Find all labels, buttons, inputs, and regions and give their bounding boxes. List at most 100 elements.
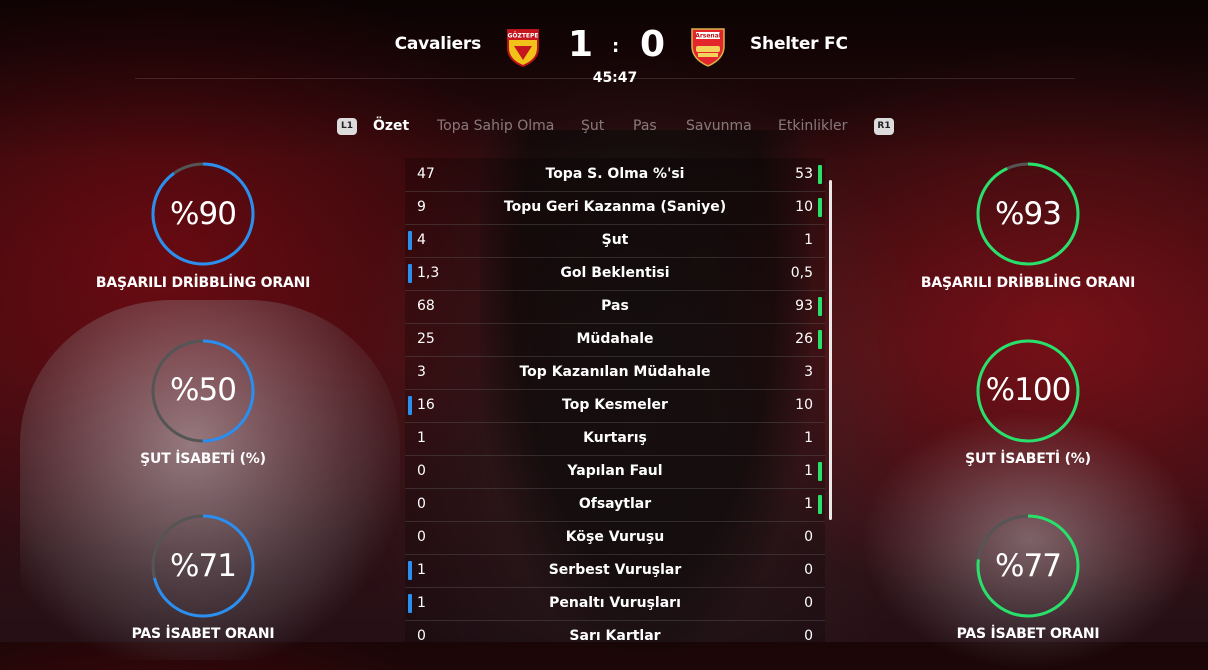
stat-name: Pas [601, 298, 629, 314]
svg-text:Arsenal: Arsenal [695, 33, 721, 40]
stat-row: 1 Penaltı Vuruşları 0 [405, 587, 825, 621]
stat-away-value: 0 [804, 562, 813, 578]
stat-away-value: 0 [804, 595, 813, 611]
stat-away-value: 3 [804, 364, 813, 380]
stat-away-value: 93 [795, 298, 813, 314]
home-leader-indicator [408, 396, 412, 415]
stat-away-value: 1 [804, 430, 813, 446]
tab-etkinlikler[interactable]: Etkinlikler [778, 118, 847, 134]
stat-name: Penaltı Vuruşları [549, 595, 681, 611]
stat-home-value: 0 [417, 463, 426, 479]
home-leader-indicator [408, 561, 412, 580]
away-pass-value: %77 [995, 548, 1062, 584]
stat-row: 3 Top Kazanılan Müdahale 3 [405, 356, 825, 390]
stats-scrollbar[interactable] [829, 180, 832, 520]
stat-home-value: 0 [417, 496, 426, 512]
home-dribbling-label: BAŞARILI DRİBBLİNG ORANI [95, 275, 311, 291]
home-leader-indicator [408, 264, 412, 283]
away-team-crest-icon: Arsenal [691, 28, 725, 67]
stat-name: Gol Beklentisi [560, 265, 670, 281]
away-leader-indicator [818, 297, 822, 316]
stat-row: 0 Yapılan Faul 1 [405, 455, 825, 489]
stat-name: Serbest Vuruşlar [548, 562, 682, 578]
home-leader-indicator [408, 231, 412, 250]
r1-button[interactable]: R1 [874, 118, 894, 135]
stat-row: 0 Sarı Kartlar 0 [405, 620, 825, 642]
home-shot-label: ŞUT İSABETİ (%) [140, 451, 266, 467]
stat-row: 0 Ofsaytlar 1 [405, 488, 825, 522]
home-team-crest-icon: GÖZTEPE [507, 29, 539, 68]
stat-name: Kurtarış [583, 430, 647, 446]
stat-name: Topu Geri Kazanma (Saniye) [503, 199, 727, 215]
l1-button[interactable]: L1 [337, 118, 357, 135]
tab-sut[interactable]: Şut [581, 118, 604, 134]
stats-table[interactable]: 47 Topa S. Olma %'si 53 9 Topu Geri Kazanma … [405, 158, 825, 642]
home-team-name: Cavaliers [394, 34, 482, 54]
stat-row: 25 Müdahale 26 [405, 323, 825, 357]
score-separator: : [612, 36, 620, 57]
stat-away-value: 1 [804, 496, 813, 512]
tab-topa-sahip-olma[interactable]: Topa Sahip Olma [437, 118, 554, 134]
header-divider [135, 78, 1075, 79]
stat-home-value: 4 [417, 232, 426, 248]
stat-away-value: 26 [795, 331, 813, 347]
away-leader-indicator [818, 165, 822, 184]
stat-home-value: 1,3 [417, 265, 440, 281]
home-pass-value: %71 [170, 548, 237, 584]
away-shot-value: %100 [985, 372, 1072, 408]
stat-row: 9 Topu Geri Kazanma (Saniye) 10 [405, 191, 825, 225]
stat-away-value: 1 [804, 463, 813, 479]
stat-name: Müdahale [576, 331, 654, 347]
stat-row: 4 Şut 1 [405, 224, 825, 258]
stat-name: Top Kazanılan Müdahale [519, 364, 711, 380]
tab-pas[interactable]: Pas [633, 118, 657, 134]
stat-name: Şut [601, 232, 629, 248]
stat-home-value: 0 [417, 529, 426, 545]
stat-name: Sarı Kartlar [569, 628, 661, 642]
stat-row: 47 Topa S. Olma %'si 53 [405, 158, 825, 192]
tab-ozet[interactable]: Özet [373, 118, 409, 134]
stat-home-value: 1 [417, 595, 426, 611]
stat-name: Ofsaytlar [578, 496, 652, 512]
stat-away-value: 10 [795, 199, 813, 215]
stat-home-value: 1 [417, 430, 426, 446]
stat-home-value: 0 [417, 628, 426, 642]
home-leader-indicator [408, 594, 412, 613]
away-shot-label: ŞUT İSABETİ (%) [965, 451, 1091, 467]
stat-home-value: 68 [417, 298, 435, 314]
away-leader-indicator [818, 198, 822, 217]
away-team-name: Shelter FC [750, 34, 848, 54]
away-pass-label: PAS İSABET ORANI [956, 626, 1100, 642]
away-dribbling-value: %93 [995, 196, 1062, 232]
svg-text:GÖZTEPE: GÖZTEPE [507, 33, 538, 40]
stat-away-value: 1 [804, 232, 813, 248]
away-leader-indicator [818, 495, 822, 514]
stat-home-value: 47 [417, 166, 435, 182]
stat-away-value: 0,5 [790, 265, 813, 281]
stat-row: 1 Serbest Vuruşlar 0 [405, 554, 825, 588]
stat-name: Topa S. Olma %'si [545, 166, 685, 182]
home-pass-label: PAS İSABET ORANI [131, 626, 275, 642]
home-shot-value: %50 [170, 372, 237, 408]
stat-row: 1,3 Gol Beklentisi 0,5 [405, 257, 825, 291]
stat-row: 68 Pas 93 [405, 290, 825, 324]
stat-home-value: 1 [417, 562, 426, 578]
stat-home-value: 16 [417, 397, 435, 413]
away-dribbling-label: BAŞARILI DRİBBLİNG ORANI [920, 275, 1136, 291]
stat-away-value: 10 [795, 397, 813, 413]
stat-name: Yapılan Faul [567, 463, 663, 479]
stat-away-value: 0 [804, 529, 813, 545]
stat-row: 1 Kurtarış 1 [405, 422, 825, 456]
away-leader-indicator [818, 330, 822, 349]
stat-home-value: 9 [417, 199, 426, 215]
stat-away-value: 0 [804, 628, 813, 642]
home-dribbling-value: %90 [170, 196, 237, 232]
stat-home-value: 25 [417, 331, 435, 347]
stat-name: Top Kesmeler [562, 397, 668, 413]
tab-savunma[interactable]: Savunma [686, 118, 752, 134]
home-score: 1 [568, 24, 594, 65]
stat-name: Köşe Vuruşu [565, 529, 665, 545]
stat-row: 0 Köşe Vuruşu 0 [405, 521, 825, 555]
stat-home-value: 3 [417, 364, 426, 380]
stat-away-value: 53 [795, 166, 813, 182]
